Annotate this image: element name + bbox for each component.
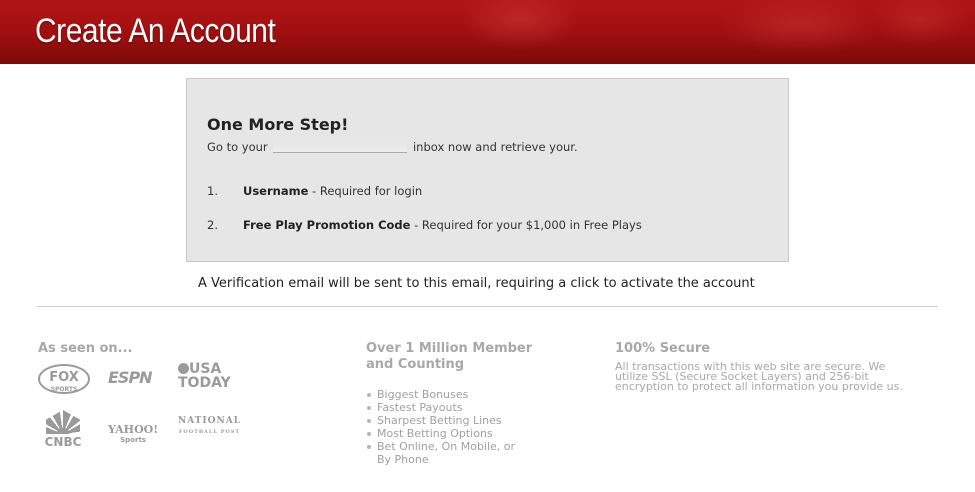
step-item-promo-code: 2. Free Play Promotion Code - Required fo… bbox=[207, 218, 642, 232]
list-item: Sharpest Betting Lines bbox=[366, 414, 515, 427]
espn-logo: ESPN bbox=[108, 368, 153, 387]
members-heading: Over 1 Million Member and Counting bbox=[366, 341, 532, 373]
members-heading-line1: Over 1 Million Member bbox=[366, 341, 533, 356]
peacock-icon bbox=[46, 410, 80, 434]
step-description: - Required for your $1,000 in Free Plays bbox=[410, 218, 642, 232]
list-item: Biggest Bonuses bbox=[366, 388, 515, 401]
step-item-username: 1. Username - Required for login bbox=[207, 184, 422, 198]
step-number: 2. bbox=[207, 218, 218, 232]
usa-today-dot bbox=[178, 363, 189, 374]
page-header: Create An Account bbox=[0, 0, 975, 64]
yahoo-sports-logo: YAHOO! Sports bbox=[108, 423, 159, 444]
verification-note: A Verification email will be sent to thi… bbox=[198, 276, 755, 291]
feature-list: Biggest Bonuses Fastest Payouts Sharpest… bbox=[366, 388, 515, 466]
fox-logo-text: FOX bbox=[49, 370, 79, 385]
members-heading-line2: and Counting bbox=[366, 357, 465, 372]
list-item-line: By Phone bbox=[377, 453, 429, 466]
page-title: Create An Account bbox=[35, 12, 276, 50]
step-heading: One More Step! bbox=[207, 115, 349, 134]
step-description: - Required for login bbox=[308, 184, 423, 198]
instruction-after: inbox now and retrieve your. bbox=[412, 140, 578, 154]
list-item: Fastest Payouts bbox=[366, 401, 515, 414]
divider bbox=[37, 306, 938, 307]
list-item: Bet Online, On Mobile, or By Phone bbox=[366, 440, 515, 466]
list-item: Most Betting Options bbox=[366, 427, 515, 440]
cnbc-logo: CNBC bbox=[38, 410, 88, 449]
as-seen-on-heading: As seen on... bbox=[38, 341, 133, 356]
step-label: Username bbox=[243, 184, 309, 198]
secure-heading: 100% Secure bbox=[615, 341, 711, 356]
fox-logo-sub: SPORTS bbox=[50, 386, 78, 393]
step-number: 1. bbox=[207, 184, 218, 198]
step-label: Free Play Promotion Code bbox=[243, 218, 411, 232]
secure-text: All transactions with this web site are … bbox=[615, 360, 903, 393]
instruction-before: Go to your bbox=[207, 140, 268, 154]
redacted-email bbox=[273, 141, 408, 153]
next-step-panel: One More Step! Go to your inbox now and … bbox=[186, 78, 789, 262]
list-item-line: Bet Online, On Mobile, or bbox=[377, 440, 516, 453]
fox-sports-logo: FOX SPORTS bbox=[38, 364, 90, 394]
usa-today-logo: USA TODAY bbox=[178, 361, 231, 391]
step-instruction: Go to your inbox now and retrieve your. bbox=[207, 140, 578, 154]
national-football-post-logo: NATIONAL FOOTBALL POST bbox=[178, 416, 242, 435]
